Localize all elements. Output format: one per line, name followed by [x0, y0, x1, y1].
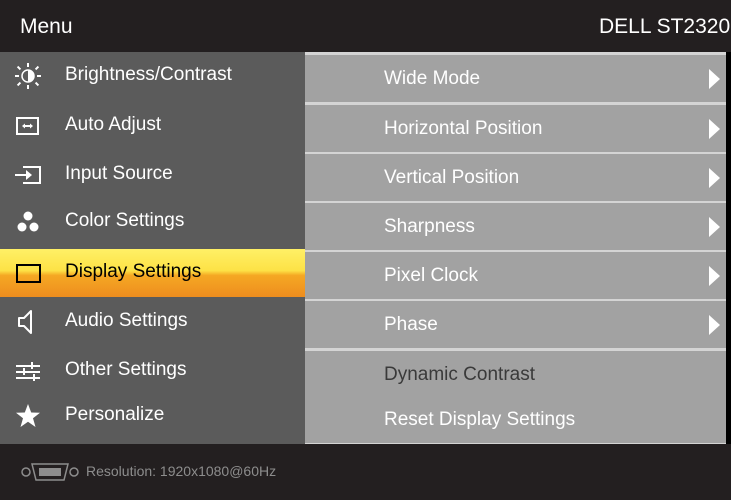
chevron-right-icon — [709, 217, 720, 237]
menu-title: Menu — [20, 15, 73, 38]
submenu-item-label: Sharpness — [384, 216, 475, 237]
vga-connector-icon — [20, 461, 80, 488]
submenu-item-pixel-clock[interactable]: Pixel Clock — [305, 252, 726, 299]
submenu-item-vertical-position[interactable]: Vertical Position — [305, 154, 726, 201]
chevron-right-icon — [709, 69, 720, 89]
submenu-item-wide-mode[interactable]: Wide Mode — [305, 55, 726, 102]
menu-item-display-settings[interactable]: Display Settings — [0, 249, 305, 297]
menu-item-label: Display Settings — [65, 261, 202, 282]
menu-edge — [726, 52, 731, 444]
submenu-item-label: Reset Display Settings — [384, 409, 576, 430]
submenu-item-label: Vertical Position — [384, 167, 520, 188]
menu-item-auto-adjust[interactable]: Auto Adjust — [0, 102, 305, 150]
color-settings-icon — [13, 208, 43, 236]
menu-item-color-settings[interactable]: Color Settings — [0, 198, 305, 246]
monitor-model: DELL ST2320 — [599, 15, 731, 38]
resolution-status: Resolution: 1920x1080@60Hz — [86, 463, 277, 479]
submenu-item-horizontal-position[interactable]: Horizontal Position — [305, 105, 726, 152]
menu-item-label: Input Source — [65, 163, 173, 184]
menu-item-brightness-contrast[interactable]: Brightness/Contrast — [0, 52, 305, 100]
speaker-icon — [13, 308, 43, 336]
menu-item-label: Color Settings — [65, 210, 185, 231]
input-source-icon — [13, 161, 43, 189]
menu-item-other-settings[interactable]: Other Settings — [0, 347, 305, 395]
chevron-right-icon — [709, 168, 720, 188]
menu-item-input-source[interactable]: Input Source — [0, 151, 305, 199]
chevron-right-icon — [709, 315, 720, 335]
brightness-icon — [13, 62, 43, 90]
star-icon — [13, 402, 43, 430]
sliders-icon — [13, 357, 43, 385]
submenu-item-label: Pixel Clock — [384, 265, 478, 286]
submenu-item-label: Wide Mode — [384, 68, 481, 89]
display-settings-submenu: Wide Mode Horizontal Position Vertical P… — [305, 52, 726, 444]
submenu-item-label: Dynamic Contrast — [384, 364, 535, 385]
osd-header: Menu DELL ST2320 — [0, 0, 731, 52]
chevron-right-icon — [709, 266, 720, 286]
osd-menu: Menu DELL ST2320 Brightness/Contrast Aut… — [0, 0, 731, 500]
main-menu: Brightness/Contrast Auto Adjust Input So… — [0, 52, 305, 444]
menu-item-label: Audio Settings — [65, 310, 188, 331]
chevron-right-icon — [709, 119, 720, 139]
menu-item-personalize[interactable]: Personalize — [0, 392, 305, 440]
submenu-item-reset-display-settings[interactable]: Reset Display Settings — [305, 396, 726, 443]
display-icon — [13, 259, 43, 287]
submenu-item-label: Horizontal Position — [384, 118, 543, 139]
osd-footer: Resolution: 1920x1080@60Hz — [0, 444, 731, 500]
menu-item-audio-settings[interactable]: Audio Settings — [0, 298, 305, 346]
submenu-item-phase[interactable]: Phase — [305, 301, 726, 348]
submenu-item-dynamic-contrast[interactable]: Dynamic Contrast — [305, 351, 726, 398]
menu-item-label: Brightness/Contrast — [65, 64, 232, 85]
menu-item-label: Auto Adjust — [65, 114, 162, 135]
submenu-item-sharpness[interactable]: Sharpness — [305, 203, 726, 250]
menu-item-label: Personalize — [65, 404, 165, 425]
submenu-item-label: Phase — [384, 314, 438, 335]
menu-item-label: Other Settings — [65, 359, 187, 380]
auto-adjust-icon — [13, 112, 43, 140]
